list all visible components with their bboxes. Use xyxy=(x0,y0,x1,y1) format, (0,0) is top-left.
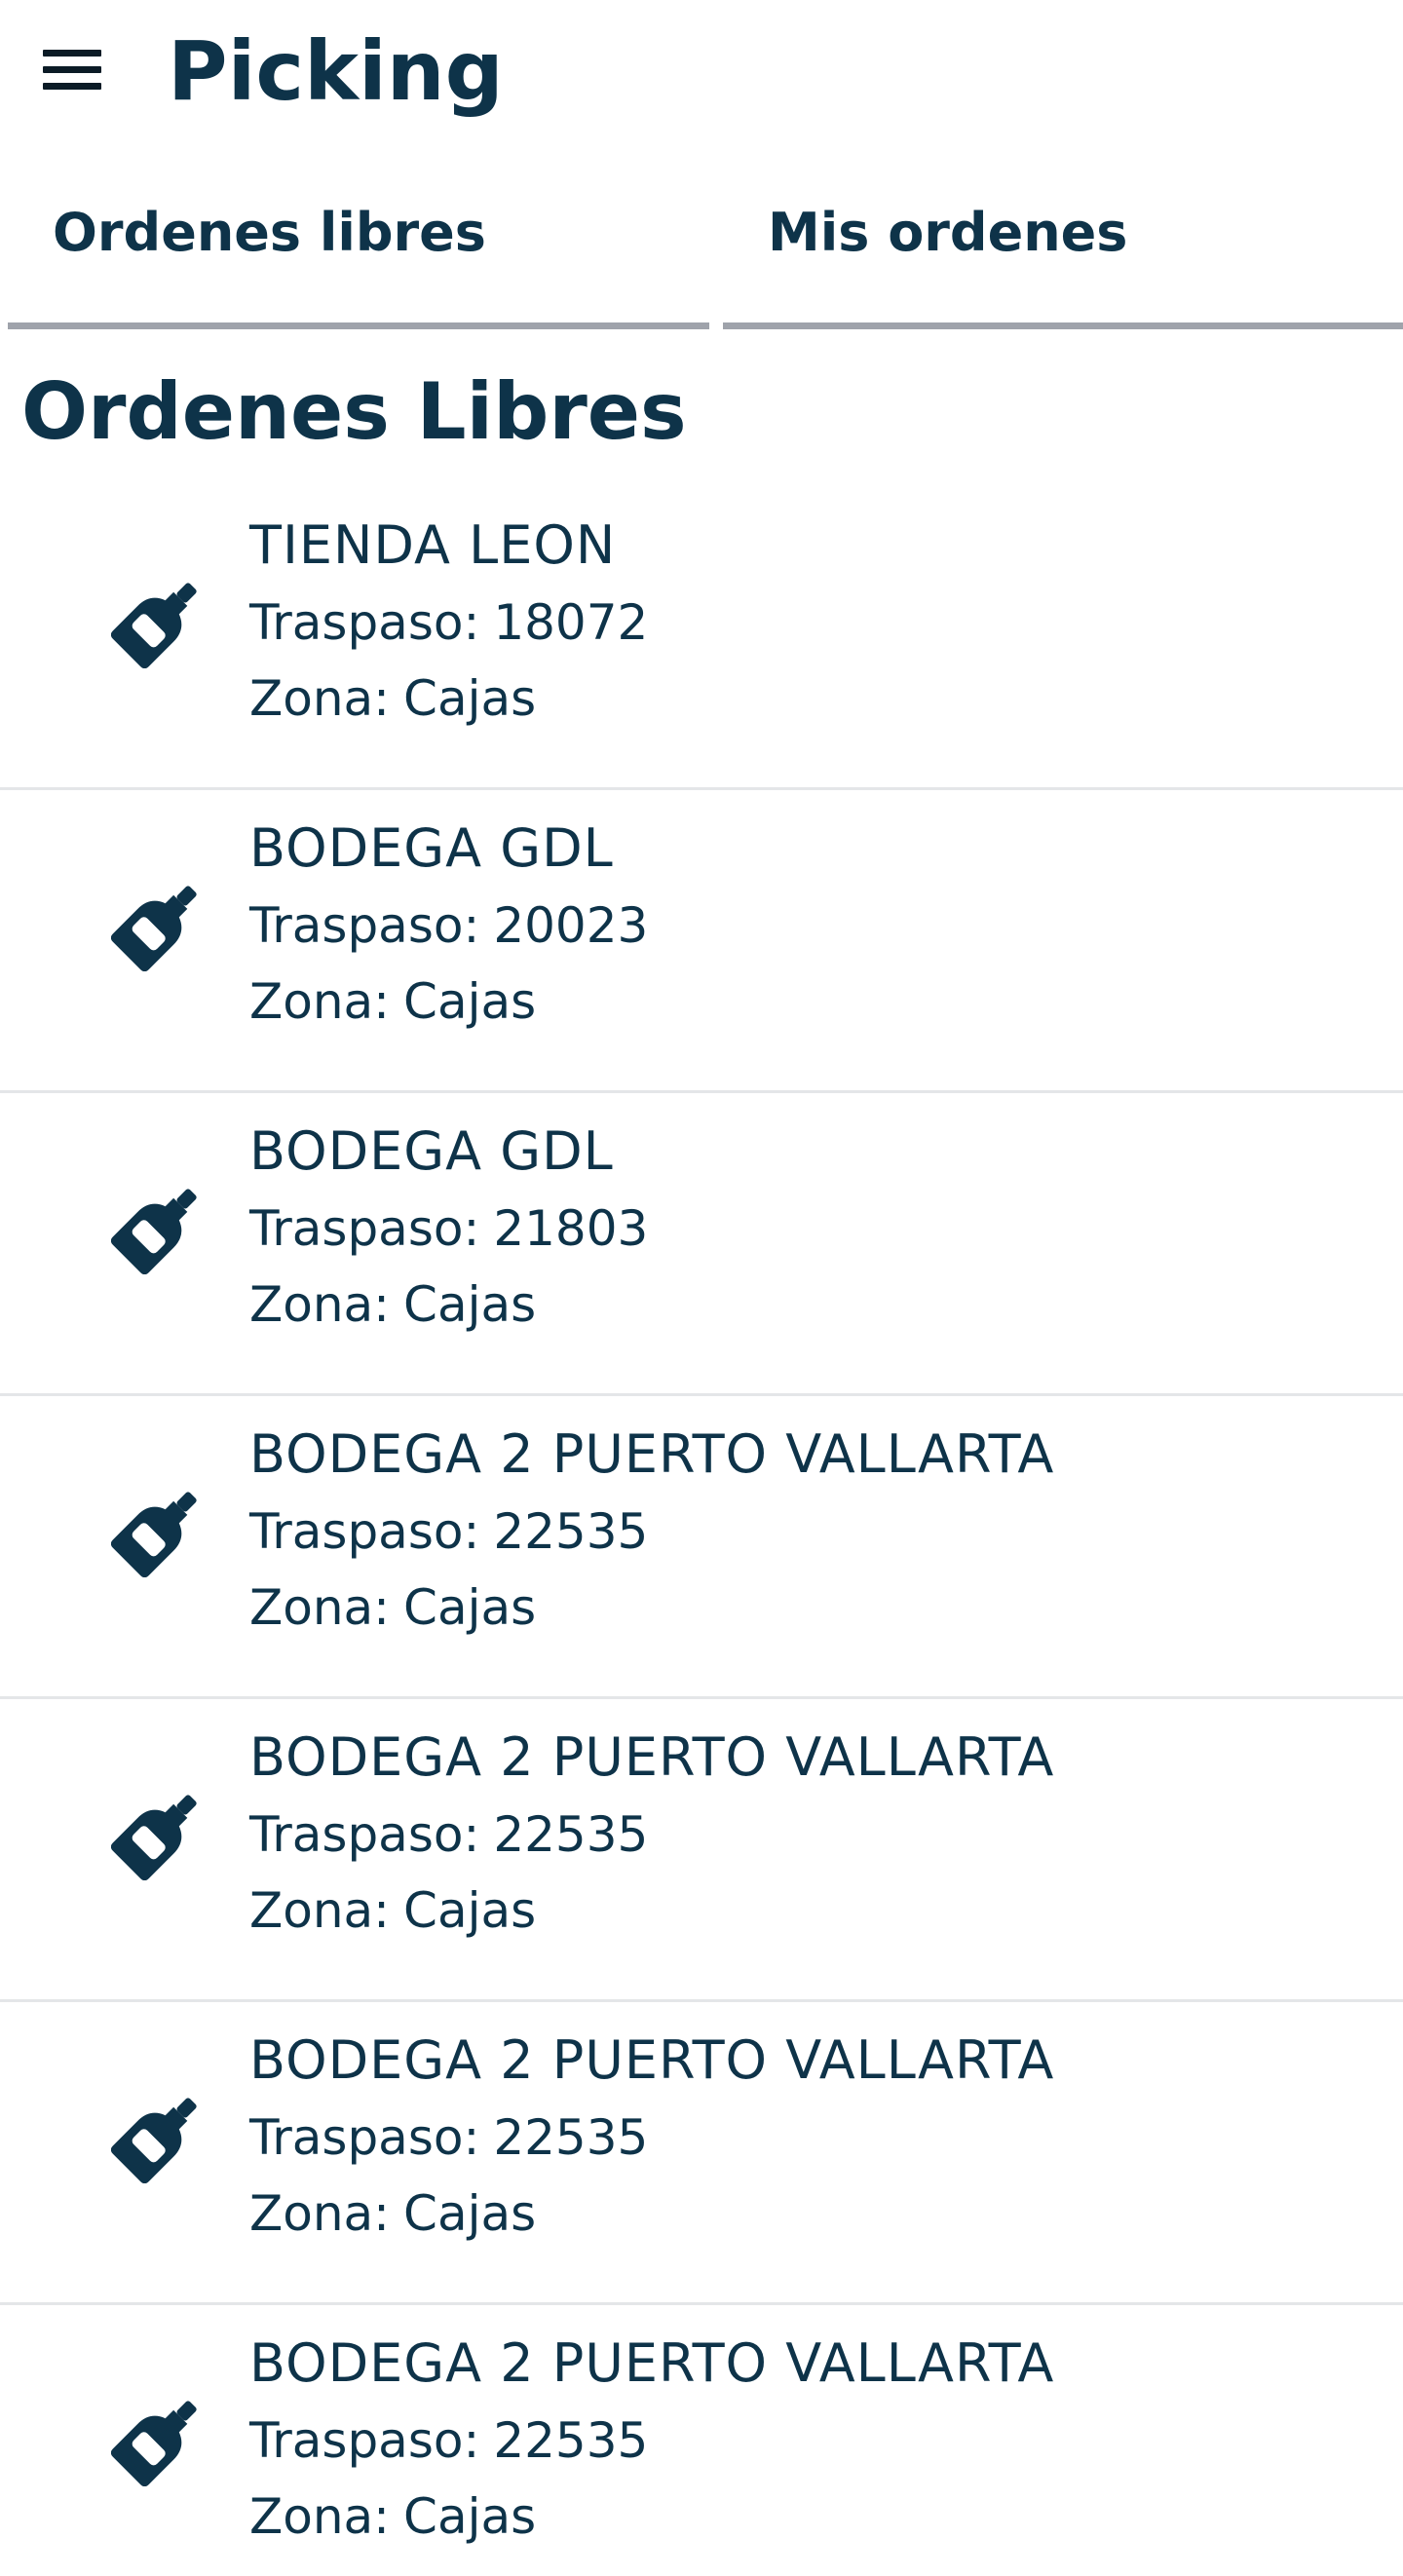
zona-label: Zona: xyxy=(249,1882,391,1939)
zona-label: Zona: xyxy=(249,1276,391,1333)
menu-line xyxy=(43,49,101,57)
traspaso-label: Traspaso: xyxy=(249,1200,480,1257)
order-info: BODEGA 2 PUERTO VALLARTA Traspaso: 22535 … xyxy=(249,1719,1370,1949)
bottle-icon xyxy=(111,1783,209,1880)
list-item[interactable]: BODEGA GDL Traspaso: 21803 Zona: Cajas xyxy=(0,1093,1403,1396)
list-item[interactable]: TIENDA LEON Traspaso: 18072 Zona: Cajas xyxy=(0,487,1403,790)
order-traspaso: Traspaso: 22535 xyxy=(249,2403,1370,2479)
order-destination: BODEGA GDL xyxy=(249,1120,614,1182)
bottle-icon xyxy=(111,571,209,668)
order-traspaso: Traspaso: 18072 xyxy=(249,585,1370,661)
zona-value: Cajas xyxy=(403,2185,537,2242)
order-zona: Zona: Cajas xyxy=(249,1570,1370,1646)
traspaso-value: 22535 xyxy=(493,2412,649,2469)
order-info: BODEGA 2 PUERTO VALLARTA Traspaso: 22535 … xyxy=(249,2022,1370,2252)
bottle-icon xyxy=(111,874,209,971)
page-title: Picking xyxy=(168,23,504,119)
order-traspaso: Traspaso: 22535 xyxy=(249,1494,1370,1570)
zona-value: Cajas xyxy=(403,1882,537,1939)
tab-underline xyxy=(723,322,1403,329)
order-traspaso: Traspaso: 22535 xyxy=(249,2100,1370,2176)
zona-value: Cajas xyxy=(403,2488,537,2545)
order-traspaso: Traspaso: 22535 xyxy=(249,1797,1370,1873)
traspaso-value: 21803 xyxy=(493,1200,649,1257)
zona-value: Cajas xyxy=(403,670,537,727)
tab-label: Ordenes libres xyxy=(53,202,486,263)
order-info: TIENDA LEON Traspaso: 18072 Zona: Cajas xyxy=(249,507,1370,737)
order-info: BODEGA GDL Traspaso: 21803 Zona: Cajas xyxy=(249,1113,1370,1343)
order-traspaso: Traspaso: 20023 xyxy=(249,888,1370,964)
zona-value: Cajas xyxy=(403,1579,537,1636)
order-info: BODEGA GDL Traspaso: 20023 Zona: Cajas xyxy=(249,810,1370,1040)
zona-value: Cajas xyxy=(403,1276,537,1333)
order-destination: BODEGA 2 PUERTO VALLARTA xyxy=(249,2029,1055,2091)
list-item[interactable]: BODEGA 2 PUERTO VALLARTA Traspaso: 22535 … xyxy=(0,2305,1403,2576)
traspaso-value: 22535 xyxy=(493,1503,649,1560)
order-destination: BODEGA 2 PUERTO VALLARTA xyxy=(249,2332,1055,2394)
bottle-icon xyxy=(111,2086,209,2183)
order-zona: Zona: Cajas xyxy=(249,964,1370,1040)
order-zona: Zona: Cajas xyxy=(249,2479,1370,2555)
traspaso-value: 22535 xyxy=(493,1806,649,1863)
order-info: BODEGA 2 PUERTO VALLARTA Traspaso: 22535 … xyxy=(249,1416,1370,1646)
order-destination: BODEGA GDL xyxy=(249,817,614,879)
bottle-icon xyxy=(111,2389,209,2486)
list-item[interactable]: BODEGA GDL Traspaso: 20023 Zona: Cajas xyxy=(0,790,1403,1093)
zona-value: Cajas xyxy=(403,973,537,1030)
order-destination: BODEGA 2 PUERTO VALLARTA xyxy=(249,1423,1055,1485)
traspaso-value: 18072 xyxy=(493,594,649,651)
tab-underline xyxy=(8,322,709,329)
traspaso-label: Traspaso: xyxy=(249,1806,480,1863)
order-zona: Zona: Cajas xyxy=(249,2176,1370,2252)
menu-line xyxy=(43,82,101,90)
order-destination: BODEGA 2 PUERTO VALLARTA xyxy=(249,1726,1055,1788)
list-item[interactable]: BODEGA 2 PUERTO VALLARTA Traspaso: 22535 … xyxy=(0,2002,1403,2305)
order-zona: Zona: Cajas xyxy=(249,661,1370,737)
traspaso-label: Traspaso: xyxy=(249,2109,480,2166)
order-traspaso: Traspaso: 21803 xyxy=(249,1191,1370,1267)
order-tabs: Ordenes libres Mis ordenes xyxy=(0,156,1403,329)
order-zona: Zona: Cajas xyxy=(249,1267,1370,1343)
traspaso-value: 20023 xyxy=(493,897,649,954)
traspaso-label: Traspaso: xyxy=(249,2412,480,2469)
hamburger-menu-icon[interactable] xyxy=(27,27,119,111)
zona-label: Zona: xyxy=(249,670,391,727)
bottle-icon xyxy=(111,1177,209,1274)
order-zona: Zona: Cajas xyxy=(249,1873,1370,1949)
list-item[interactable]: BODEGA 2 PUERTO VALLARTA Traspaso: 22535 … xyxy=(0,1699,1403,2002)
traspaso-label: Traspaso: xyxy=(249,1503,480,1560)
menu-line xyxy=(43,65,101,73)
list-item[interactable]: BODEGA 2 PUERTO VALLARTA Traspaso: 22535 … xyxy=(0,1396,1403,1699)
traspaso-label: Traspaso: xyxy=(249,594,480,651)
order-info: BODEGA 2 PUERTO VALLARTA Traspaso: 22535 … xyxy=(249,2325,1370,2555)
tab-mis-ordenes[interactable]: Mis ordenes xyxy=(723,156,1403,329)
picking-screen: Picking Ordenes libres Mis ordenes Orden… xyxy=(0,0,1403,2576)
top-app-bar: Picking xyxy=(0,0,1403,146)
zona-label: Zona: xyxy=(249,1579,391,1636)
traspaso-value: 22535 xyxy=(493,2109,649,2166)
order-destination: TIENDA LEON xyxy=(249,514,617,576)
traspaso-label: Traspaso: xyxy=(249,897,480,954)
order-list: TIENDA LEON Traspaso: 18072 Zona: Cajas BO… xyxy=(0,487,1403,2576)
section-title: Ordenes Libres xyxy=(21,366,687,457)
tab-label: Mis ordenes xyxy=(768,202,1128,263)
tab-ordenes-libres[interactable]: Ordenes libres xyxy=(8,156,709,329)
zona-label: Zona: xyxy=(249,973,391,1030)
zona-label: Zona: xyxy=(249,2185,391,2242)
zona-label: Zona: xyxy=(249,2488,391,2545)
bottle-icon xyxy=(111,1480,209,1577)
